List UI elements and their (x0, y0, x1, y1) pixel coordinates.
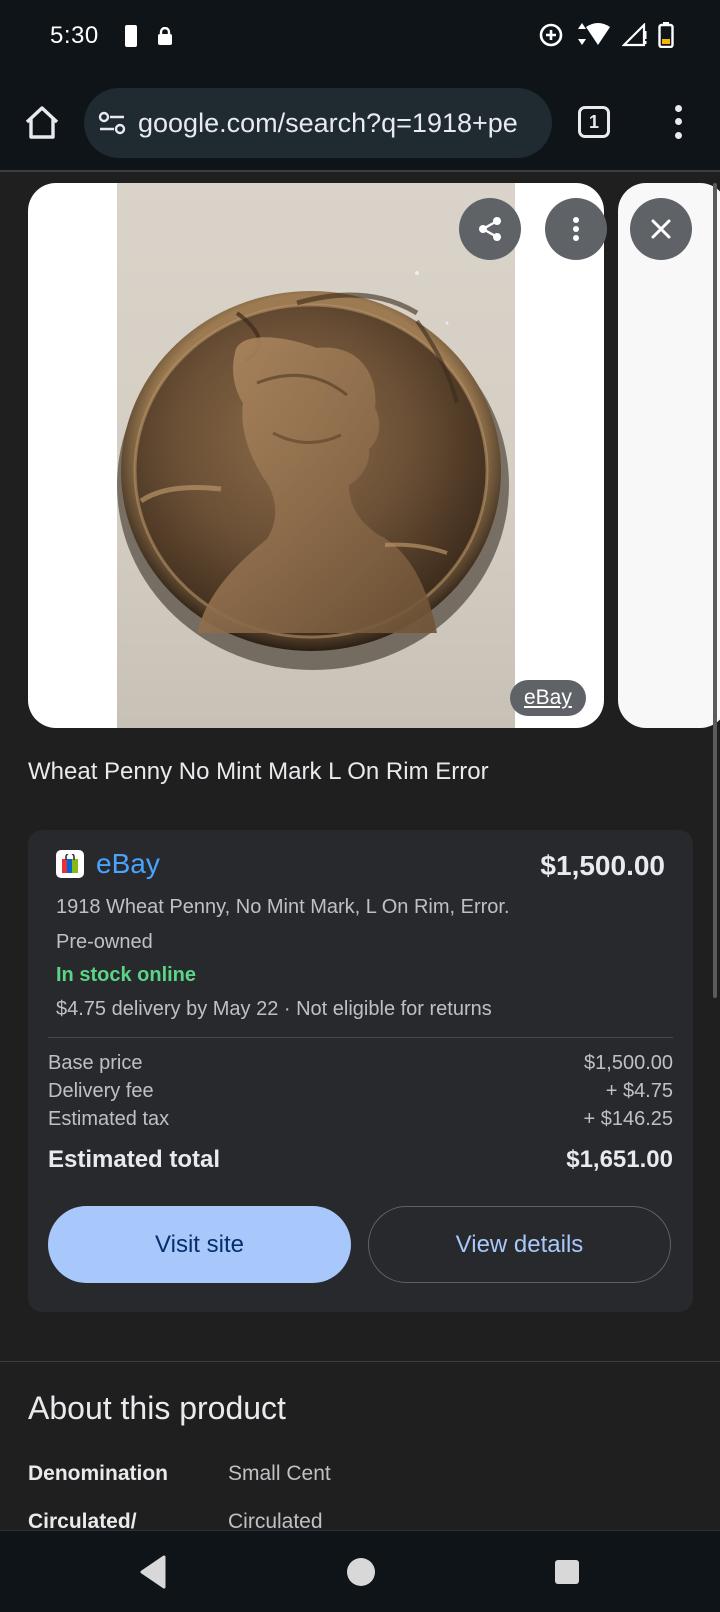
recents-icon[interactable] (554, 1559, 580, 1585)
close-icon (651, 219, 671, 239)
wifi-icon (578, 23, 610, 45)
site-settings-icon[interactable] (98, 111, 126, 135)
lock-icon (157, 27, 172, 45)
url-text: google.com/search?q=1918+pe (138, 107, 518, 138)
more-vert-icon (573, 217, 579, 241)
store-logo-icon (56, 850, 84, 878)
cost-row-estimated-tax: Estimated tax + $146.25 (48, 1108, 673, 1131)
battery-saver-icon (124, 25, 137, 47)
image-source-badge[interactable]: eBay (510, 680, 586, 716)
view-details-button[interactable]: View details (368, 1206, 671, 1283)
overflow-menu-icon[interactable] (666, 102, 690, 142)
cost-label: Base price (48, 1052, 143, 1074)
cost-label: Delivery fee (48, 1080, 154, 1102)
store-name-link[interactable]: eBay (96, 848, 160, 880)
attribute-key: Denomination (28, 1462, 168, 1485)
home-icon[interactable] (22, 102, 62, 142)
section-divider (0, 1361, 720, 1362)
stock-status: In stock online (56, 964, 197, 986)
battery-icon (658, 22, 674, 48)
status-bar: 5:30 (0, 0, 720, 72)
address-bar[interactable]: google.com/search?q=1918+pe (84, 88, 552, 158)
data-saver-icon (539, 23, 563, 47)
offer-condition: Pre-owned (56, 931, 153, 953)
cost-row-base-price: Base price $1,500.00 (48, 1052, 673, 1075)
total-row: Estimated total $1,651.00 (48, 1146, 673, 1174)
about-title: About this product (28, 1390, 286, 1426)
store-row[interactable]: eBay (56, 848, 160, 880)
total-value: $1,651.00 (566, 1146, 673, 1173)
home-nav-icon[interactable] (346, 1557, 376, 1587)
cost-value: $1,500.00 (584, 1052, 673, 1074)
divider (48, 1037, 673, 1038)
browser-toolbar: google.com/search?q=1918+pe 1 (0, 72, 720, 172)
product-image-card[interactable] (28, 183, 604, 728)
share-icon (479, 217, 501, 241)
attribute-value: Small Cent (228, 1462, 331, 1485)
back-icon[interactable] (138, 1555, 166, 1589)
cost-value: + $4.75 (605, 1080, 673, 1102)
cost-value: + $146.25 (583, 1108, 673, 1130)
product-title: Wheat Penny No Mint Mark L On Rim Error (28, 758, 489, 785)
close-button[interactable] (630, 198, 692, 260)
status-time: 5:30 (50, 22, 99, 49)
cellular-signal-icon (622, 23, 647, 47)
offer-description: 1918 Wheat Penny, No Mint Mark, L On Rim… (56, 896, 510, 918)
wheat-penny-image (117, 271, 509, 670)
tab-switcher-button[interactable]: 1 (578, 106, 610, 138)
next-image-card[interactable] (618, 183, 720, 728)
delivery-info: $4.75 delivery by May 22 · Not eligible … (56, 998, 492, 1020)
cost-label: Estimated tax (48, 1108, 170, 1130)
total-label: Estimated total (48, 1146, 221, 1173)
scrollbar[interactable] (713, 183, 717, 998)
cost-row-delivery-fee: Delivery fee + $4.75 (48, 1080, 673, 1103)
visit-site-button[interactable]: Visit site (48, 1206, 351, 1283)
system-nav-bar (0, 1530, 720, 1612)
share-button[interactable] (459, 198, 521, 260)
attribute-row: Denomination Small Cent (28, 1462, 331, 1486)
offer-price: $1,500.00 (540, 850, 665, 881)
offer-card: eBay $1,500.00 1918 Wheat Penny, No Mint… (28, 830, 693, 1312)
more-options-button[interactable] (545, 198, 607, 260)
coin-photo (117, 183, 515, 728)
